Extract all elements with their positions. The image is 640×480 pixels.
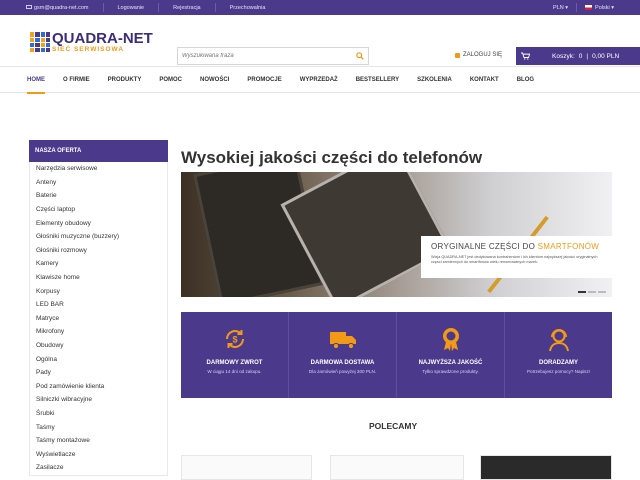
sidebar-heading: NASZA OFERTA	[29, 140, 168, 162]
banner-caption: ORYGINALNE CZĘŚCI DO SMARTFONÓW Wizja QU…	[421, 236, 612, 278]
logo-title: QUADRA-NET	[52, 30, 153, 47]
search-box	[177, 47, 369, 65]
category-item[interactable]: Wyświetlacze	[30, 447, 167, 461]
wishlist-link[interactable]: Przechowalnia	[230, 5, 266, 11]
feature-quality: NAJWYŻSZA JAKOŚĆ Tylko sprawdzone produk…	[397, 312, 505, 398]
banner-heading: ORYGINALNE CZĘŚCI DO SMARTFONÓW	[431, 242, 600, 251]
truck-icon	[329, 332, 356, 350]
slider-dot[interactable]	[588, 291, 596, 293]
slider-dots[interactable]	[578, 291, 606, 293]
top-bar: gsm@quadra-net.com Logowanie Rejestracja…	[0, 0, 640, 15]
category-item[interactable]: Taśmy	[30, 420, 167, 434]
logo-subtitle: SIEĆ SERWISOWA	[52, 46, 125, 53]
language-select[interactable]: Polski ▾	[585, 5, 614, 11]
cart-divider: |	[586, 52, 589, 60]
feature-subtitle: W ciągu 14 dni od zakupu.	[207, 369, 262, 374]
cart-total: 0,00 PLN	[592, 52, 620, 60]
category-item[interactable]: Ogólna	[30, 352, 167, 366]
feature-free-return: $ DARMOWY ZWROT W ciągu 14 dni od zakupu…	[181, 312, 289, 398]
logo-mark-icon	[30, 32, 50, 53]
category-item[interactable]: Baterie	[30, 189, 167, 203]
divider	[576, 3, 578, 12]
nav-new[interactable]: NOWOŚCI	[200, 67, 229, 93]
nav-promotions[interactable]: PROMOCJE	[247, 67, 281, 93]
header: QUADRA-NET SIEĆ SERWISOWA ZALOGUJ SIĘ Ko…	[0, 15, 640, 67]
svg-text:$: $	[232, 335, 237, 345]
category-item[interactable]: Anteny	[30, 176, 167, 190]
register-link[interactable]: Rejestracja	[173, 5, 201, 11]
category-item[interactable]: Matryce	[30, 312, 167, 326]
recommended-heading: POLECAMY	[369, 421, 418, 431]
category-item[interactable]: Korpusy	[30, 284, 167, 298]
feature-title: DARMOWY ZWROT	[206, 360, 263, 366]
category-item[interactable]: Obudowy	[30, 339, 167, 353]
hero-banner[interactable]: ORYGINALNE CZĘŚCI DO SMARTFONÓW Wizja QU…	[181, 172, 612, 297]
cart-button[interactable]: Koszyk: 0 | 0,00 PLN	[516, 47, 640, 65]
cart-icon	[521, 52, 530, 60]
support-agent-icon	[548, 329, 569, 352]
banner-text: Wizja QUADRA-NET jest dedykowana kontrah…	[431, 255, 598, 265]
category-item[interactable]: Zasilacze	[30, 461, 167, 475]
login-button[interactable]: ZALOGUJ SIĘ	[455, 52, 502, 58]
page-title: Wysokiej jakości części do telefonów	[181, 148, 483, 167]
product-thumbnail[interactable]	[181, 455, 312, 480]
product-thumbnail[interactable]	[330, 455, 464, 480]
category-item[interactable]: Śrubki	[30, 407, 167, 421]
category-item[interactable]: Narzędzia serwisowe	[30, 162, 167, 176]
category-item[interactable]: Części laptop	[30, 203, 167, 217]
feature-subtitle: Tylko sprawdzone produkty.	[422, 369, 479, 374]
feature-subtitle: Potrzebujesz pomocy? Napisz!	[526, 369, 591, 374]
logo[interactable]: QUADRA-NET SIEĆ SERWISOWA	[30, 31, 153, 54]
feature-title: NAJWYŻSZA JAKOŚĆ	[418, 360, 483, 366]
category-item[interactable]: Taśmy montażowe	[30, 434, 167, 448]
poland-flag-icon	[585, 4, 593, 10]
category-sidebar: NASZA OFERTA Narzędzia serwisowe Anteny …	[29, 140, 168, 476]
divider	[214, 3, 216, 12]
cart-count: 0	[578, 52, 583, 60]
nav-contact[interactable]: KONTAKT	[470, 67, 499, 93]
search-icon	[356, 52, 364, 60]
contact-email[interactable]: gsm@quadra-net.com	[26, 5, 89, 11]
divider	[102, 3, 104, 12]
category-item[interactable]: Pod zamówienie klienta	[30, 380, 167, 394]
refund-icon: $	[225, 330, 244, 348]
nav-help[interactable]: POMOC	[159, 67, 182, 93]
nav-blog[interactable]: BLOG	[517, 67, 534, 93]
currency-select[interactable]: PLN ▾	[553, 5, 568, 11]
feature-title: DORADZAMY	[539, 360, 578, 366]
divider	[158, 3, 160, 12]
nav-products[interactable]: PRODUKTY	[108, 67, 142, 93]
category-list: Narzędzia serwisowe Anteny Baterie Częśc…	[29, 162, 168, 476]
quality-badge-icon	[442, 328, 459, 351]
feature-subtitle: Dla zamówień powyżej 300 PLN.	[308, 369, 377, 374]
product-thumbnail[interactable]	[480, 455, 612, 480]
mail-icon	[26, 5, 32, 10]
nav-sale[interactable]: WYPRZEDAŻ	[300, 67, 338, 93]
search-button[interactable]	[352, 52, 368, 60]
nav-trainings[interactable]: SZKOLENIA	[417, 67, 452, 93]
lock-icon	[455, 52, 460, 58]
category-item[interactable]: Elementy obudowy	[30, 216, 167, 230]
nav-about[interactable]: O FIRMIE	[63, 67, 90, 93]
login-link[interactable]: Logowanie	[118, 5, 145, 11]
category-item[interactable]: LED BAR	[30, 298, 167, 312]
main-nav: HOME O FIRMIE PRODUKTY POMOC NOWOŚCI PRO…	[0, 67, 640, 94]
category-item[interactable]: Pady	[30, 366, 167, 380]
category-item[interactable]: Silniczki wibracyjne	[30, 393, 167, 407]
slider-dot[interactable]	[598, 291, 606, 293]
feature-title: DARMOWA DOSTAWA	[310, 360, 375, 366]
category-item[interactable]: Kamery	[30, 257, 167, 271]
feature-advice: DORADZAMY Potrzebujesz pomocy? Napisz!	[505, 312, 612, 398]
slider-dot[interactable]	[578, 291, 586, 293]
features-strip: $ DARMOWY ZWROT W ciągu 14 dni od zakupu…	[181, 312, 612, 398]
nav-home[interactable]: HOME	[27, 67, 45, 94]
search-input[interactable]	[178, 53, 352, 59]
category-item[interactable]: Klawisze home	[30, 271, 167, 285]
category-item[interactable]: Mikrofony	[30, 325, 167, 339]
nav-bestsellers[interactable]: BESTSELLERY	[356, 67, 399, 93]
category-item[interactable]: Głośniki rozmowy	[30, 244, 167, 258]
cart-label: Koszyk:	[552, 52, 575, 60]
feature-free-delivery: DARMOWA DOSTAWA Dla zamówień powyżej 300…	[289, 312, 397, 398]
category-item[interactable]: Głośniki muzyczne (buzzery)	[30, 230, 167, 244]
